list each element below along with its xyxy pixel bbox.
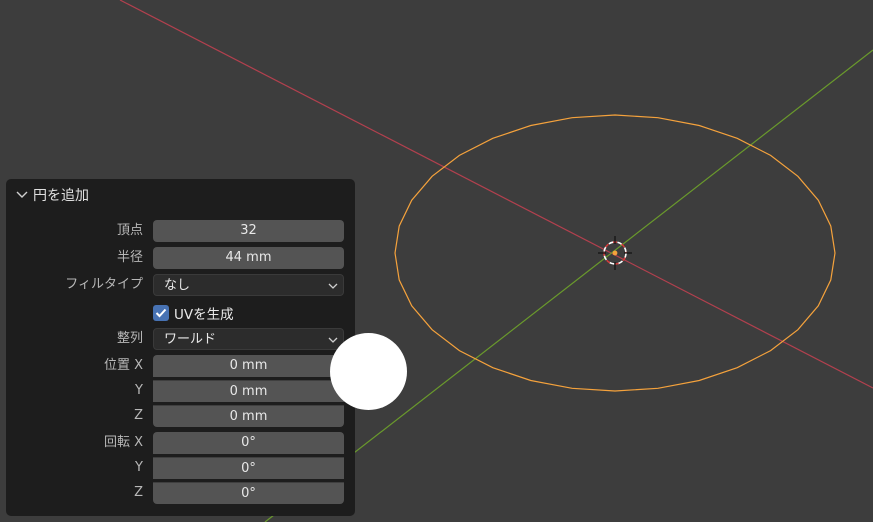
location-x-label: 位置 X bbox=[103, 358, 143, 373]
chevron-down-icon[interactable] bbox=[15, 188, 29, 202]
callout-bubble bbox=[330, 333, 407, 410]
rotation-x-field[interactable]: 0° bbox=[153, 432, 344, 454]
location-z-label: Z bbox=[134, 408, 143, 423]
vertices-field[interactable]: 32 bbox=[153, 220, 344, 242]
align-value: ワールド bbox=[164, 332, 217, 347]
generate-uvs-label: UVを生成 bbox=[174, 307, 234, 323]
location-y-label: Y bbox=[135, 383, 143, 398]
fill-type-label: フィルタイプ bbox=[65, 277, 143, 292]
location-z-field[interactable]: 0 mm bbox=[153, 405, 344, 427]
rotation-z-field[interactable]: 0° bbox=[153, 482, 344, 504]
panel-title: 円を追加 bbox=[33, 188, 89, 204]
chevron-down-icon bbox=[328, 283, 338, 289]
align-label: 整列 bbox=[116, 331, 143, 346]
align-dropdown[interactable]: ワールド bbox=[153, 328, 344, 350]
rotation-z-label: Z bbox=[134, 485, 143, 500]
fill-type-dropdown[interactable]: なし bbox=[153, 274, 344, 296]
chevron-down-icon bbox=[328, 337, 338, 343]
radius-label: 半径 bbox=[116, 250, 143, 265]
rotation-y-label: Y bbox=[135, 460, 143, 475]
adjust-last-operation-panel: 円を追加 頂点 32 半径 44 mm フィルタイプ なし UVを生成 整列 ワ… bbox=[6, 179, 355, 516]
rotation-y-field[interactable]: 0° bbox=[153, 457, 344, 479]
rotation-x-label: 回転 X bbox=[103, 435, 143, 450]
radius-field[interactable]: 44 mm bbox=[153, 247, 344, 269]
panel-header[interactable]: 円を追加 bbox=[6, 179, 355, 211]
location-x-field[interactable]: 0 mm bbox=[153, 355, 344, 377]
vertices-label: 頂点 bbox=[116, 223, 143, 238]
checkmark-icon[interactable] bbox=[153, 305, 169, 321]
y-axis-line bbox=[264, 49, 873, 522]
location-y-field[interactable]: 0 mm bbox=[153, 380, 344, 402]
generate-uvs-checkbox[interactable]: UVを生成 bbox=[153, 302, 234, 324]
fill-type-value: なし bbox=[164, 278, 191, 293]
